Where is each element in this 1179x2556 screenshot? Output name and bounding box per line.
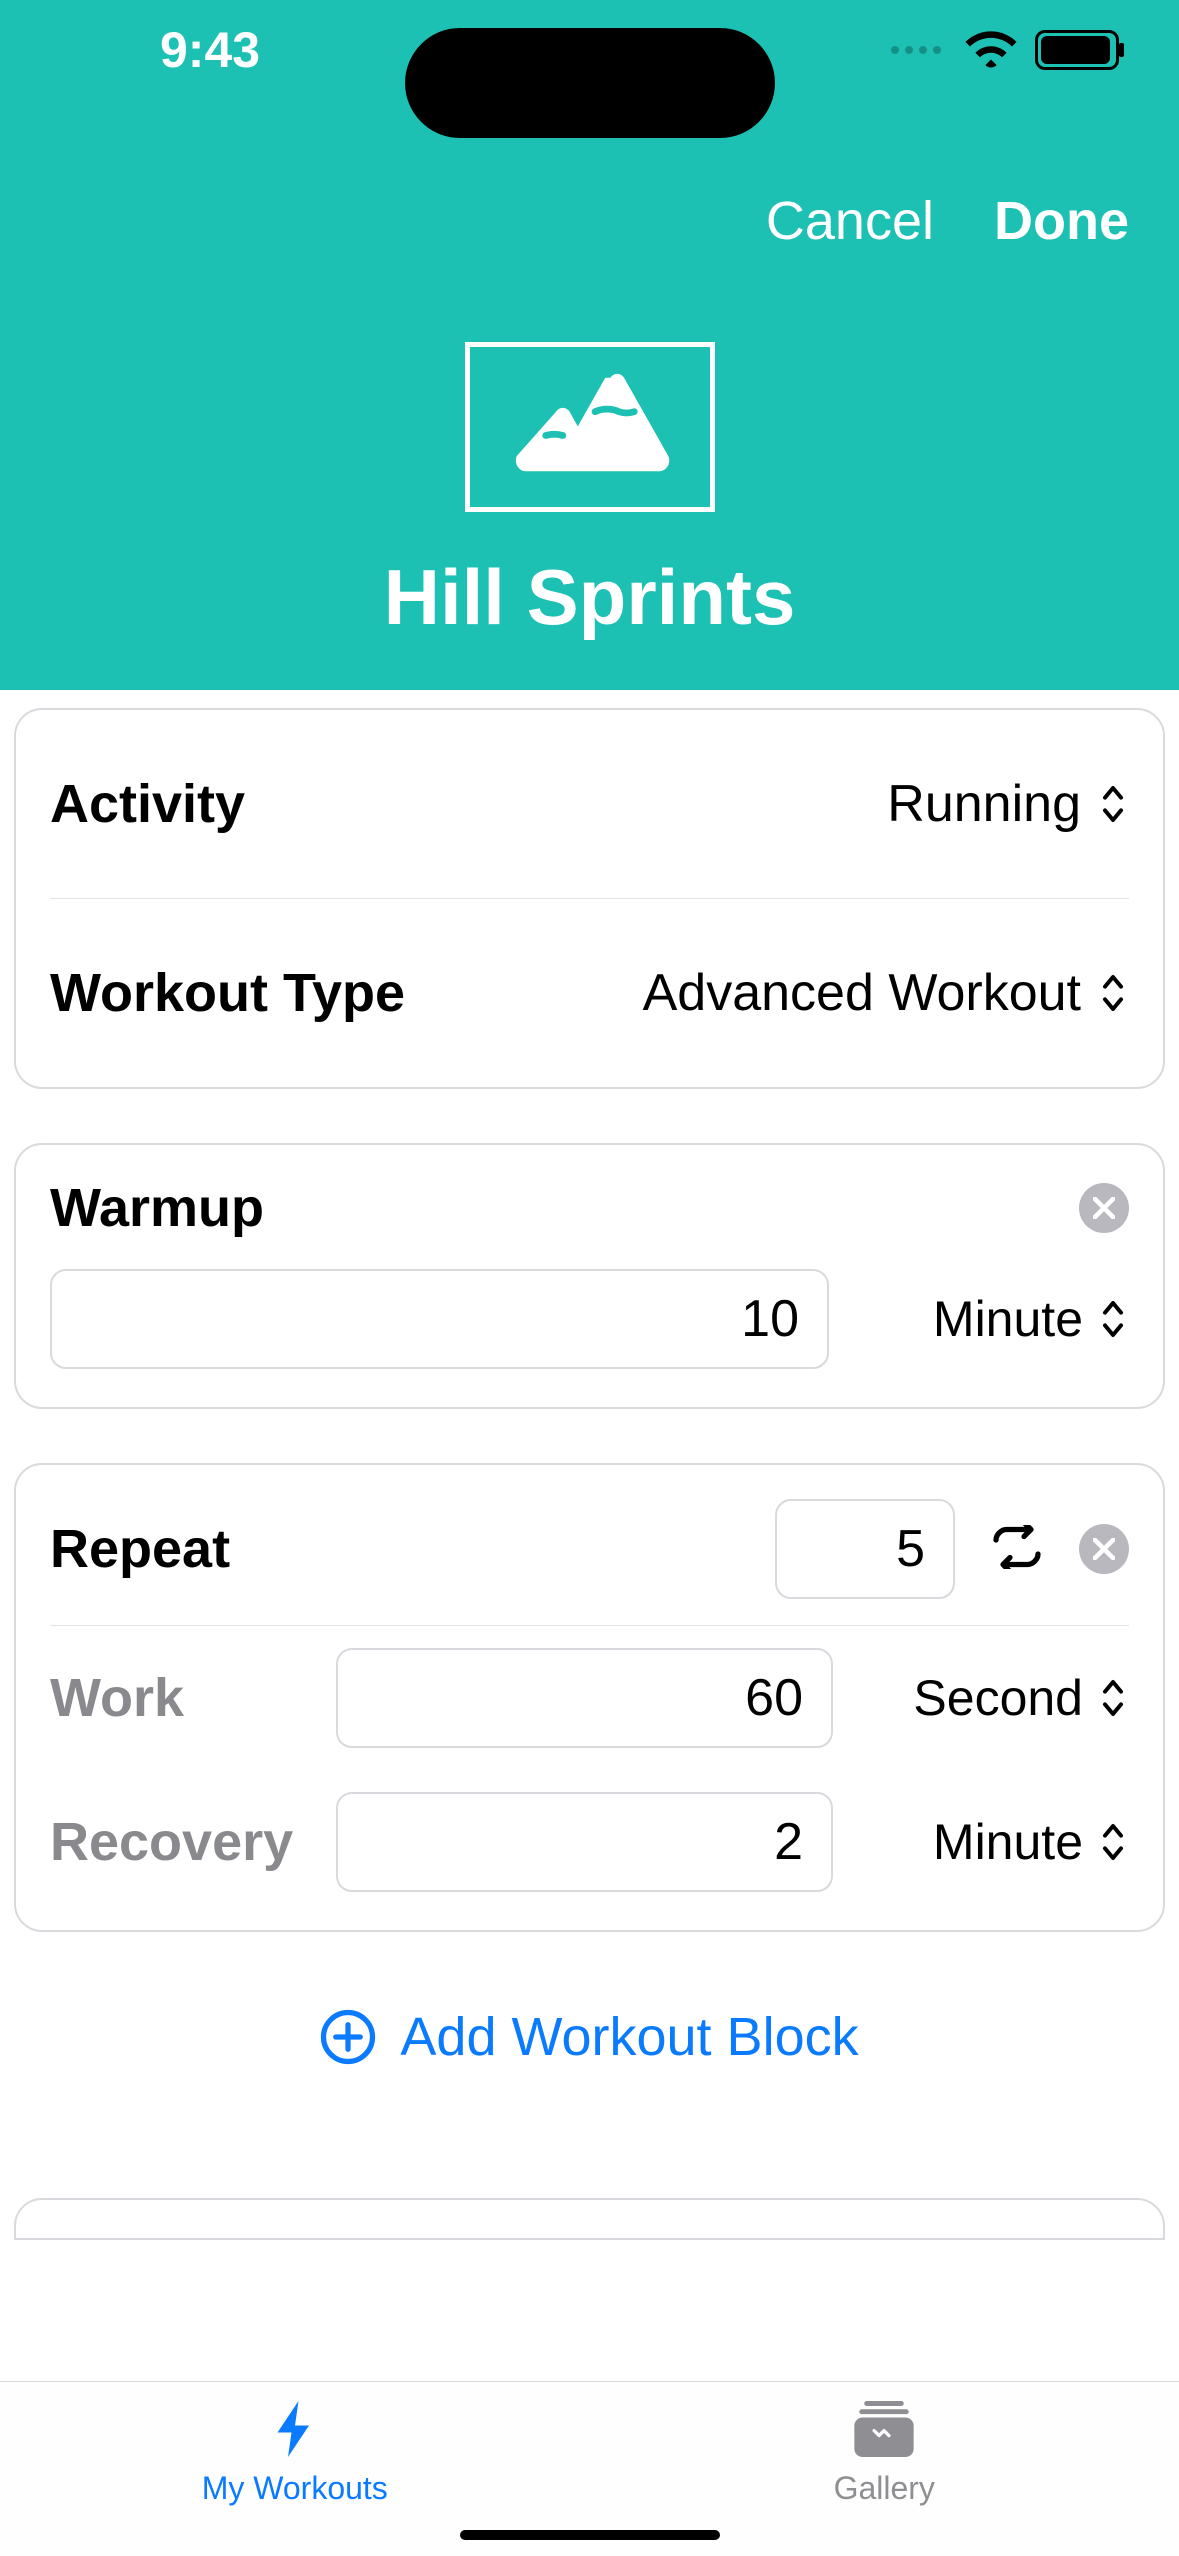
work-unit: Second (913, 1669, 1083, 1727)
repeat-card: Repeat 5 Work 60 Second (14, 1463, 1165, 1932)
activity-select[interactable]: Running (887, 774, 1129, 834)
repeat-title: Repeat (50, 1518, 230, 1580)
warmup-title: Warmup (50, 1177, 264, 1239)
content-scroll[interactable]: Activity Running Workout Type Advanced W… (0, 690, 1179, 2381)
recovery-value-input[interactable]: 2 (336, 1792, 833, 1892)
workout-type-value: Advanced Workout (643, 963, 1081, 1023)
warmup-value: 10 (741, 1289, 799, 1349)
remove-repeat-button[interactable] (1079, 1524, 1129, 1574)
wifi-icon (965, 28, 1017, 73)
activity-row[interactable]: Activity Running (50, 710, 1129, 898)
recovery-label: Recovery (50, 1811, 300, 1873)
workout-title: Hill Sprints (384, 552, 796, 643)
warmup-value-input[interactable]: 10 (50, 1269, 829, 1369)
chevron-updown-icon (1097, 1675, 1129, 1721)
add-workout-block-button[interactable]: Add Workout Block (14, 1986, 1165, 2128)
cellular-dots-icon (891, 46, 941, 54)
close-icon (1093, 1538, 1115, 1560)
warmup-card: Warmup 10 Minute (14, 1143, 1165, 1409)
gallery-icon (848, 2401, 920, 2462)
battery-icon (1035, 30, 1119, 70)
recovery-row: Recovery 2 Minute (50, 1770, 1129, 1930)
cancel-button[interactable]: Cancel (766, 190, 934, 252)
work-label: Work (50, 1667, 300, 1729)
activity-label: Activity (50, 773, 245, 835)
chevron-updown-icon (1097, 1819, 1129, 1865)
repeat-icon (989, 1525, 1045, 1574)
recovery-unit: Minute (933, 1813, 1083, 1871)
remove-warmup-button[interactable] (1079, 1183, 1129, 1233)
repeat-count: 5 (896, 1519, 925, 1579)
repeat-count-input[interactable]: 5 (775, 1499, 955, 1599)
plus-circle-icon (320, 2009, 376, 2065)
next-card-peek (14, 2198, 1165, 2240)
status-time: 9:43 (160, 21, 260, 79)
workout-type-label: Workout Type (50, 962, 405, 1024)
work-unit-select[interactable]: Second (869, 1669, 1129, 1727)
mountain-icon (505, 367, 675, 487)
chevron-updown-icon (1097, 970, 1129, 1016)
work-value: 60 (745, 1668, 803, 1728)
settings-card: Activity Running Workout Type Advanced W… (14, 708, 1165, 1089)
bolt-icon (259, 2401, 331, 2462)
recovery-value: 2 (774, 1812, 803, 1872)
home-indicator (460, 2530, 720, 2540)
tab-my-workouts-label: My Workouts (202, 2470, 388, 2507)
device-notch (405, 28, 775, 138)
warmup-unit: Minute (933, 1290, 1083, 1348)
chevron-updown-icon (1097, 1296, 1129, 1342)
workout-type-row[interactable]: Workout Type Advanced Workout (50, 899, 1129, 1087)
chevron-updown-icon (1097, 781, 1129, 827)
workout-type-select[interactable]: Advanced Workout (643, 963, 1129, 1023)
activity-value: Running (887, 774, 1081, 834)
done-button[interactable]: Done (994, 190, 1129, 252)
work-row: Work 60 Second (50, 1626, 1129, 1770)
recovery-unit-select[interactable]: Minute (869, 1813, 1129, 1871)
tab-gallery-label: Gallery (834, 2470, 935, 2507)
workout-image-placeholder[interactable] (465, 342, 715, 512)
work-value-input[interactable]: 60 (336, 1648, 833, 1748)
warmup-unit-select[interactable]: Minute (869, 1290, 1129, 1348)
close-icon (1093, 1197, 1115, 1219)
add-block-label: Add Workout Block (400, 2006, 858, 2068)
